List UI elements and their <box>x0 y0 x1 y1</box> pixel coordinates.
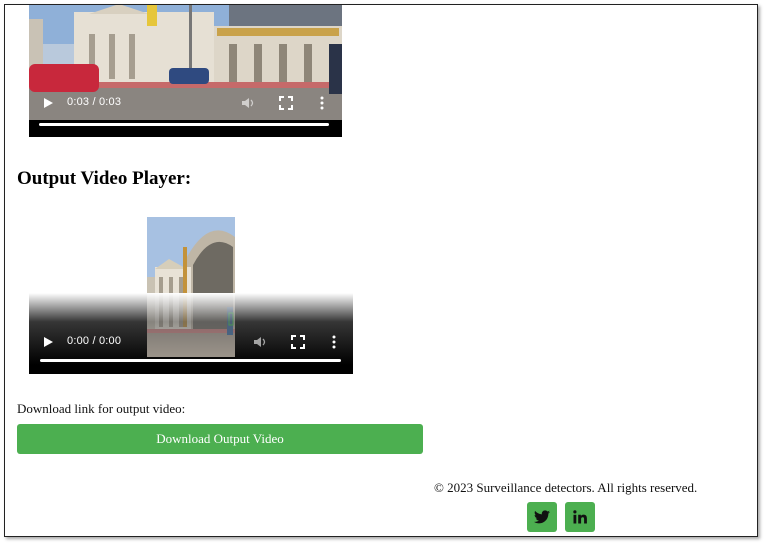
more-options-icon[interactable] <box>331 335 337 349</box>
twitter-link[interactable] <box>527 502 557 532</box>
copyright-text: © 2023 Surveillance detectors. All right… <box>434 480 698 495</box>
input-video-player[interactable]: 0:03 / 0:03 <box>29 5 342 137</box>
volume-icon[interactable] <box>241 96 257 110</box>
output-video-time: 0:00 / 0:00 <box>67 335 122 347</box>
output-video-heading: Output Video Player: <box>17 168 192 189</box>
linkedin-icon <box>573 510 587 524</box>
more-options-icon[interactable] <box>319 96 325 110</box>
input-video-time: 0:03 / 0:03 <box>67 96 122 108</box>
volume-icon[interactable] <box>253 335 269 349</box>
input-video-controls: 0:03 / 0:03 <box>29 86 342 120</box>
page-frame: 0:03 / 0:03 Output Video Player: 0:00 / … <box>4 4 758 537</box>
twitter-icon <box>534 510 550 524</box>
linkedin-link[interactable] <box>565 502 595 532</box>
play-icon[interactable] <box>41 335 55 349</box>
play-icon[interactable] <box>41 96 55 110</box>
output-video-controls: 0:00 / 0:00 <box>29 325 353 359</box>
download-label: Download link for output video: <box>17 401 186 416</box>
output-video-player[interactable]: 0:00 / 0:00 <box>29 217 353 374</box>
input-video-progress-bar[interactable] <box>39 123 329 126</box>
output-video-progress-bar[interactable] <box>40 359 341 362</box>
fullscreen-icon[interactable] <box>279 96 293 110</box>
fullscreen-icon[interactable] <box>291 335 305 349</box>
download-output-video-button[interactable]: Download Output Video <box>17 424 423 454</box>
